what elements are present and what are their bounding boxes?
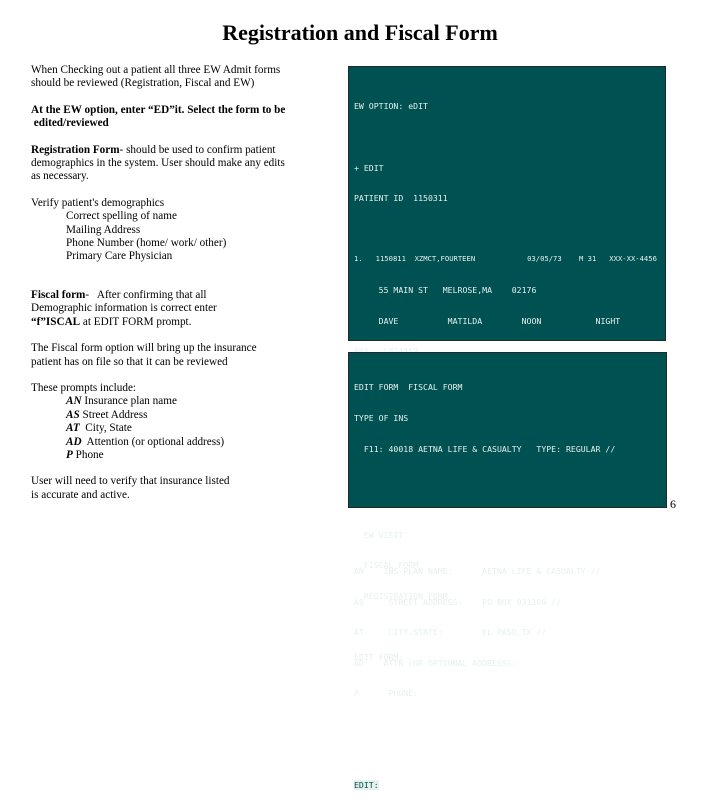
terminal-prompt-text: EDIT: [354,780,379,791]
prompt-item: AT City, State [31,422,321,435]
fiscal-form-para: Fiscal form- After confirming that all [31,289,321,302]
registration-text-2: demographics in the system. User should … [31,157,285,170]
terminal-line: F11: 40018 AETNA LIFE & CASUALTY TYPE: R… [354,443,616,454]
verify-item: Phone Number (home/ work/ other) [66,237,227,250]
registration-text-3: as necessary. [31,170,89,183]
intro-line-2: should be reviewed (Registration, Fiscal… [31,77,255,90]
terminal-line: AD ATTN (OR OPTIONAL ADDRESS): [354,657,517,668]
page-number: 6 [670,497,676,511]
fiscal-form-label: Fiscal form [31,288,86,301]
terminal-line: PATIENT ID 1150311 [354,193,448,204]
terminal-line: 1. 1150811 XZMCT,FOURTEEN 03/05/73 M 31 … [354,254,657,264]
ew-option-line-2: edited/reviewed [31,117,109,130]
prompt-item: P Phone [31,449,321,462]
prompt-item: AS Street Address [31,409,321,422]
prompt-label: Phone [72,448,104,461]
verify-item: Primary Care Physician [66,250,173,263]
prompt-code: AN [66,395,82,408]
instructions-column: When Checking out a patient all three EW… [31,64,321,502]
terminal-line: DAVE MATILDA NOON NIGHT [354,315,621,326]
terminal-line: EDIT FORM FISCAL FORM [354,382,463,393]
registration-text-1: - should be used to confirm patient [119,143,276,156]
fiscal-text-3: “f”ISCAL at EDIT FORM prompt. [31,316,321,329]
terminal-line: + EDIT [354,162,384,173]
fiscal-option-1: The Fiscal form option will bring up the… [31,342,257,355]
registration-form-para: Registration Form- should be used to con… [31,144,321,157]
terminal-line: TYPE OF INS [354,413,409,423]
terminal-line: P PHONE: [354,688,419,699]
verify-insurance-2: is accurate and active. [31,488,130,501]
terminal-screenshot-registration: EW OPTION: eDIT + EDIT PATIENT ID 115031… [348,66,666,662]
verify-item: Mailing Address [66,223,141,236]
prompt-code: AT [66,422,80,435]
prompts-heading: These prompts include: [31,381,137,394]
terminal-line: AS STREET ADDRESS: PO BOX 931109 // [354,596,562,607]
fiscal-command: “f”ISCAL [31,315,81,328]
terminal-prompt: EDIT: [354,780,666,791]
terminal-line: AT CITY,STATE: EL PASO,TX // [354,627,547,638]
prompt-item: AD Attention (or optional address) [31,436,321,449]
prompt-label: Insurance plan name [81,395,177,408]
intro-line-1: When Checking out a patient all three EW… [31,64,281,76]
ew-option-line-1: At the EW option, enter “ED”it. Select t… [31,103,286,116]
prompt-code: AS [66,408,80,421]
prompt-code: AD [66,435,82,448]
prompt-label: Street Address [79,408,148,421]
verify-item: Correct spelling of name [66,210,177,223]
terminal-screenshot-fiscal: EDIT FORM FISCAL FORM TYPE OF INS F11: 4… [348,352,667,791]
fiscal-text-3-rest: at EDIT FORM prompt. [80,315,192,328]
terminal-line: EW OPTION: eDIT [354,101,428,112]
slide-title: Registration and Fiscal Form [222,20,498,45]
prompt-label: City, State [79,422,132,435]
verify-insurance-1: User will need to verify that insurance … [31,475,230,488]
registration-form-label: Registration Form [31,143,120,156]
prompt-item: AN Insurance plan name [31,395,321,408]
fiscal-text-2: Demographic information is correct enter [31,302,217,315]
prompt-label: Attention (or optional address) [81,435,225,448]
prompt-code: P [66,448,73,461]
fiscal-text-1: - After confirming that all [85,288,207,301]
fiscal-option-2: patient has on file so that it can be re… [31,355,228,368]
terminal-line: 55 MAIN ST MELROSE,MA 02176 [354,284,537,295]
verify-heading: Verify patient's demographics [31,196,165,209]
terminal-line: AN INS-PLAN NAME: AETNA LIFE & CASUALTY … [354,565,601,576]
